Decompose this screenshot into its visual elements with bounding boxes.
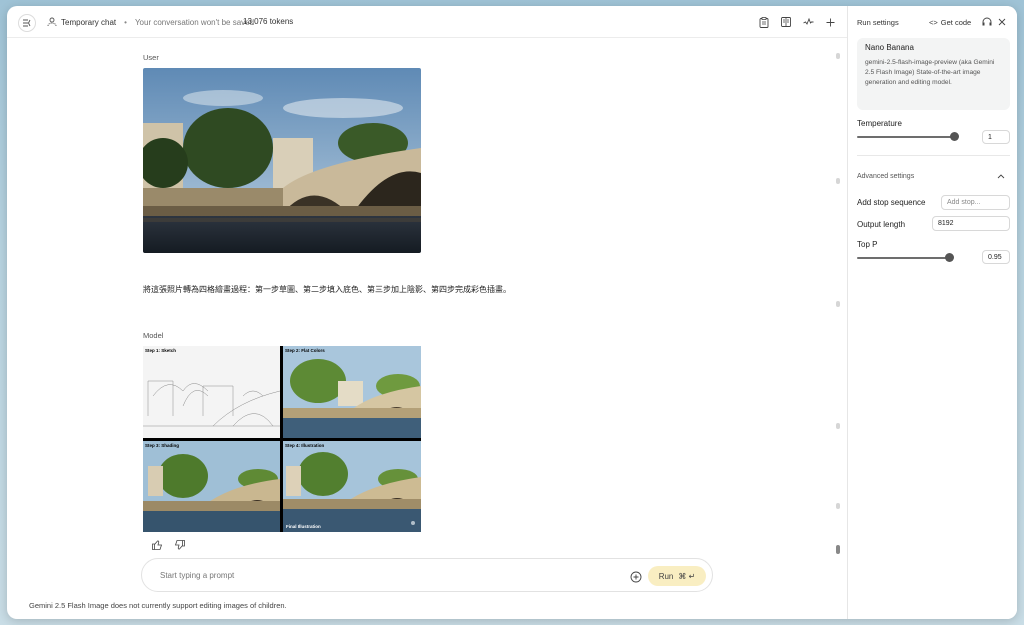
- chevron-up-button[interactable]: [997, 172, 1007, 182]
- step2-label: Step 2: Flat Colors: [285, 348, 325, 353]
- branch-button[interactable]: [801, 15, 815, 29]
- stop-sequence-input[interactable]: Add stop...: [941, 195, 1010, 210]
- stop-sequence-label: Add stop sequence: [857, 198, 926, 207]
- step4-label: Step 4: Illustration: [285, 443, 325, 448]
- shading-drawing: [143, 441, 280, 532]
- prompt-input-box[interactable]: Start typing a prompt Run ⌘ ↵: [141, 558, 713, 592]
- temperature-value-input[interactable]: 1: [982, 130, 1010, 144]
- sketch-drawing: [143, 380, 280, 427]
- chevron-up-icon: [997, 174, 1005, 179]
- clipboard-icon: [759, 16, 769, 28]
- run-settings-title: Run settings: [857, 18, 899, 27]
- compare-icon: [781, 17, 791, 27]
- chat-scrollbar[interactable]: [836, 53, 840, 563]
- temperature-track: [857, 136, 957, 138]
- temporary-chat-icon: [47, 17, 57, 27]
- advanced-settings-toggle[interactable]: Advanced settings: [857, 173, 914, 180]
- run-settings-panel: Run settings <> Get code Nano Banana gem…: [847, 6, 1017, 619]
- add-circle-icon: [630, 571, 642, 583]
- menu-collapse-icon: [22, 19, 30, 27]
- header-actions: [757, 15, 837, 29]
- output-length-input[interactable]: 8192: [932, 216, 1010, 231]
- top-p-track: [857, 257, 950, 259]
- run-label: Run: [658, 571, 674, 581]
- output-length-label: Output length: [857, 220, 906, 229]
- scroll-thumb[interactable]: [836, 545, 840, 554]
- panel-divider: [857, 155, 1010, 156]
- model-role-label: Model: [143, 331, 164, 340]
- scroll-marker: [836, 423, 840, 429]
- run-shortcut: ⌘ ↵: [678, 571, 696, 581]
- grid-cell-sketch: Step 1: Sketch: [143, 346, 280, 438]
- scroll-marker: [836, 503, 840, 509]
- grid-cell-flat-colors: Step 2: Flat Colors: [283, 346, 421, 438]
- top-p-slider[interactable]: [857, 253, 957, 263]
- branch-icon: [802, 17, 813, 25]
- model-description: gemini-2.5-flash-image-preview (aka Gemi…: [865, 59, 995, 86]
- clipboard-button[interactable]: [757, 15, 771, 29]
- step3-label: Step 3: Shading: [145, 443, 180, 448]
- scroll-marker: [836, 301, 840, 307]
- temperature-label: Temperature: [857, 119, 902, 128]
- close-icon: [998, 18, 1006, 26]
- chat-header: Temporary chat • Your conversation won't…: [7, 6, 847, 38]
- header-separator: •: [124, 17, 127, 27]
- user-uploaded-photo[interactable]: [143, 68, 421, 253]
- close-panel-button[interactable]: [996, 16, 1008, 28]
- paris-bridge-photo: [143, 68, 421, 253]
- model-name: Nano Banana: [865, 43, 914, 52]
- final-illustration-label: Final Illustration: [286, 524, 321, 529]
- add-media-button[interactable]: [630, 570, 642, 583]
- top-p-label: Top P: [857, 240, 878, 249]
- grid-cell-illustration: Step 4: Illustration Final Illustration: [283, 441, 421, 532]
- user-role-label: User: [143, 53, 159, 62]
- thumbs-down-button[interactable]: [173, 539, 185, 551]
- temporary-chat-indicator[interactable]: Temporary chat • Your conversation won't…: [47, 17, 254, 27]
- model-generated-image[interactable]: Step 1: Sketch Step 2: Flat Colors Step …: [143, 346, 421, 532]
- top-p-knob[interactable]: [945, 253, 954, 262]
- grid-cell-shading: Step 3: Shading: [143, 441, 280, 532]
- thumbs-up-button[interactable]: [151, 539, 163, 551]
- unsaved-notice: Your conversation won't be saved: [134, 17, 255, 27]
- prompt-input-placeholder[interactable]: Start typing a prompt: [160, 571, 234, 580]
- chat-area: User 將這張照片轉為四格繪畫過程：第一步草圖、第二步填入底色、第三步加上陰影…: [7, 39, 847, 619]
- token-count: 13,076 tokens: [243, 17, 294, 26]
- new-chat-button[interactable]: [823, 15, 837, 29]
- temperature-knob[interactable]: [950, 132, 959, 141]
- temporary-chat-label: Temporary chat: [61, 17, 117, 27]
- top-p-value-input[interactable]: 0.95: [982, 250, 1010, 264]
- get-code-label: Get code: [940, 18, 972, 27]
- user-prompt-text: 將這張照片轉為四格繪畫過程：第一步草圖、第二步填入底色、第三步加上陰影、第四步完…: [143, 285, 511, 294]
- code-icon: <>: [929, 18, 938, 27]
- temperature-slider[interactable]: [857, 132, 962, 142]
- step1-label: Step 1: Sketch: [145, 348, 177, 353]
- scroll-marker: [836, 178, 840, 184]
- thumbs-down-icon: [174, 540, 185, 550]
- compare-button[interactable]: [779, 15, 793, 29]
- run-button[interactable]: Run ⌘ ↵: [648, 566, 706, 586]
- support-button[interactable]: [981, 16, 993, 28]
- plus-icon: [826, 18, 834, 26]
- headset-icon: [982, 17, 992, 26]
- flat-colors-drawing: [283, 346, 421, 438]
- response-feedback: [151, 539, 185, 551]
- app-window: Temporary chat • Your conversation won't…: [7, 6, 1017, 619]
- get-code-button[interactable]: <> Get code: [929, 18, 971, 27]
- illustration-drawing: [283, 441, 421, 532]
- model-selector-card[interactable]: Nano Banana gemini-2.5-flash-image-previ…: [857, 38, 1010, 110]
- footer-disclaimer: Gemini 2.5 Flash Image does not currentl…: [29, 601, 287, 610]
- collapse-menu-button[interactable]: [18, 14, 36, 32]
- scroll-marker: [836, 53, 840, 59]
- thumbs-up-icon: [151, 540, 162, 550]
